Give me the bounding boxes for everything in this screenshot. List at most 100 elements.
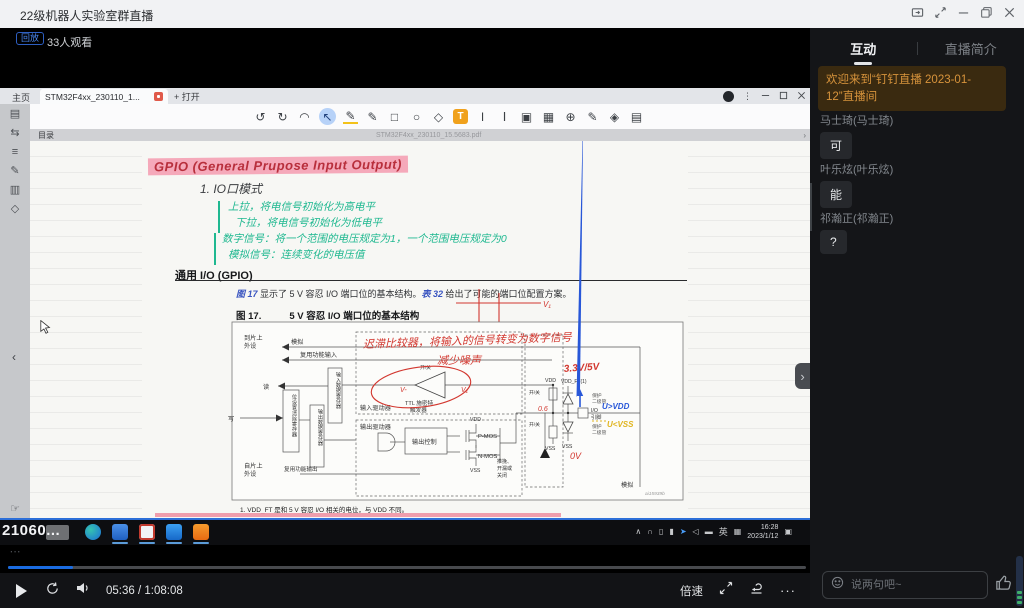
figure-watermark: ai15939b [645, 491, 665, 497]
like-button[interactable] [994, 573, 1013, 597]
red-v-top: V₁ [543, 300, 551, 309]
web-icon[interactable]: ⊕ [563, 109, 578, 124]
tab-close-icon[interactable] [154, 92, 163, 101]
tray-network-icon[interactable]: ▬ [705, 528, 713, 536]
reaction-strip[interactable] [1016, 556, 1023, 606]
tray-cursor-icon[interactable]: ➤ [680, 528, 687, 536]
tab-open-button[interactable]: + 打开 [174, 90, 200, 103]
more-options-button[interactable]: ··· [780, 583, 796, 598]
seek-bar[interactable] [8, 566, 806, 569]
tray-volume-icon[interactable]: ◁ [693, 528, 699, 536]
text-box-icon[interactable]: ▣ [519, 109, 534, 124]
outline-icon[interactable]: ≡ [0, 142, 30, 161]
annotate-icon[interactable]: ✎ [0, 161, 30, 180]
tab-live-intro[interactable]: 直播简介 [918, 39, 1024, 58]
app-maximize-icon[interactable] [779, 87, 788, 105]
chat-collapse-handle[interactable]: › [795, 363, 810, 389]
ellipse-icon[interactable]: ○ [409, 109, 424, 124]
app-minimize-icon[interactable] [761, 87, 770, 105]
signature-icon[interactable]: ✎ [585, 109, 600, 124]
tab-document-label: STM32F4xx_230110_1... [45, 92, 151, 102]
lbl-read: 读 [263, 383, 269, 391]
pen-icon[interactable]: ✎ [365, 109, 380, 124]
lbl-af-out: 复用功能输出 [284, 465, 318, 473]
lbl-analog: 模拟 [291, 338, 304, 346]
lbl-to-chip-2: 外设 [244, 342, 256, 350]
emoji-icon[interactable] [831, 576, 844, 594]
replay-button[interactable] [45, 581, 60, 601]
chat-input[interactable] [849, 578, 973, 592]
play-button[interactable] [16, 584, 27, 598]
mini-player-icon[interactable] [911, 6, 924, 19]
tray-keyboard-icon[interactable]: ▦ [734, 528, 742, 536]
chat-scrollbar[interactable] [810, 183, 812, 231]
pointer-icon[interactable]: ↖ [319, 108, 336, 125]
tab-interact[interactable]: 互动 [810, 39, 917, 58]
lbl-vss2: VSS [545, 446, 556, 452]
export-icon[interactable]: ▥ [0, 180, 30, 199]
fullscreen-button[interactable] [719, 581, 733, 600]
pdf-reader-icon[interactable] [139, 524, 155, 540]
taskbar-clock[interactable]: 16:28 2023/1/12 [747, 523, 778, 541]
eraser-icon[interactable]: ◈ [607, 109, 622, 124]
library-icon[interactable]: ▤ [0, 104, 30, 123]
notification-center-icon[interactable]: ▣ [784, 528, 792, 536]
mouse-cursor [40, 320, 52, 335]
tray-headset-icon[interactable]: ∩ [647, 528, 653, 536]
image-icon[interactable]: ▦ [541, 109, 556, 124]
tray-expand-icon[interactable]: ∧ [635, 528, 641, 536]
edge-icon[interactable] [85, 524, 101, 540]
lasso-icon[interactable]: ◠ [297, 109, 312, 124]
rectangle-icon[interactable]: □ [387, 109, 402, 124]
message-bubble: ? [820, 230, 847, 254]
app-menu-icon[interactable]: ⋮ [743, 92, 752, 101]
app-close-icon[interactable] [797, 87, 806, 105]
message-author: 叶乐炫(叶乐炫) [820, 161, 893, 177]
wps-icon[interactable] [193, 524, 209, 540]
undo-icon[interactable]: ↺ [253, 109, 268, 124]
page-prev-icon[interactable]: ‹ [12, 350, 16, 364]
account-avatar[interactable] [723, 91, 734, 102]
video-area[interactable]: 回放 33人观看 主页 STM32F4xx_230110_1... + 打开 ⋮ [0, 28, 810, 608]
toc-button[interactable]: 目录 [38, 130, 54, 141]
tab-home[interactable]: 主页 [6, 90, 36, 105]
highlighter-icon[interactable]: ✎ [343, 109, 358, 124]
share-icon[interactable]: ⇆ [0, 123, 30, 142]
mirror-flip-button[interactable] [749, 581, 764, 600]
tab-document[interactable]: STM32F4xx_230110_1... [40, 89, 168, 104]
tray-clipboard-icon[interactable]: ▯ [659, 528, 663, 536]
document-page[interactable]: GPIO (General Prupose Input Output) 1. I… [30, 141, 810, 518]
maximize-icon[interactable] [980, 6, 993, 19]
theater-mode-icon[interactable] [934, 6, 947, 19]
explorer-icon[interactable] [112, 524, 128, 540]
speed-button[interactable]: 倍速 [680, 583, 703, 599]
windows-taskbar: ∧ ∩ ▯ ▮ ➤ ◁ ▬ 英 ▦ 16:28 2023/1/12 ▣ [0, 520, 810, 545]
lbl-vdd2: VDD [545, 378, 556, 384]
lbl-from-chip-1: 自片上 [244, 462, 263, 470]
layout-icon[interactable]: ▤ [629, 109, 644, 124]
text-icon[interactable]: I [475, 109, 490, 124]
hand-tool-icon[interactable]: ☞ [0, 499, 30, 518]
clock-time: 16:28 [747, 523, 778, 532]
close-icon[interactable] [1003, 6, 1016, 19]
volume-button[interactable] [76, 581, 92, 600]
lbl-out-ctrl: 输出控制 [412, 438, 437, 446]
system-tray: ∧ ∩ ▯ ▮ ➤ ◁ ▬ 英 ▦ 16:28 2023/1/12 ▣ [635, 523, 792, 541]
dingtalk-icon[interactable] [166, 524, 182, 540]
redo-icon[interactable]: ↻ [275, 109, 290, 124]
text-cursor-icon[interactable]: Ⅰ [497, 109, 512, 124]
lbl-vdd: VDD [470, 417, 481, 423]
lbl-pp-1: 推挽、 [497, 458, 512, 465]
polygon-icon[interactable]: ◇ [431, 109, 446, 124]
text-highlight-icon[interactable]: T [453, 109, 468, 124]
tray-device-icon[interactable]: ▮ [669, 528, 673, 536]
minimize-icon[interactable] [957, 6, 970, 19]
ime-indicator[interactable]: 英 [719, 528, 728, 537]
document-header: 目录 STM32F4xx_230110_15.5683.pdf › [30, 129, 810, 141]
lbl-reg-bitset: 位设置/清除寄存器 [291, 393, 297, 439]
message-author: 祁瀚正(祁瀚正) [820, 210, 893, 226]
header-arrow-icon[interactable]: › [803, 131, 806, 140]
lbl-vss: VSS [470, 468, 481, 474]
red-note-line2: 减少噪声 [437, 354, 483, 367]
tag-icon[interactable]: ◇ [0, 199, 30, 218]
